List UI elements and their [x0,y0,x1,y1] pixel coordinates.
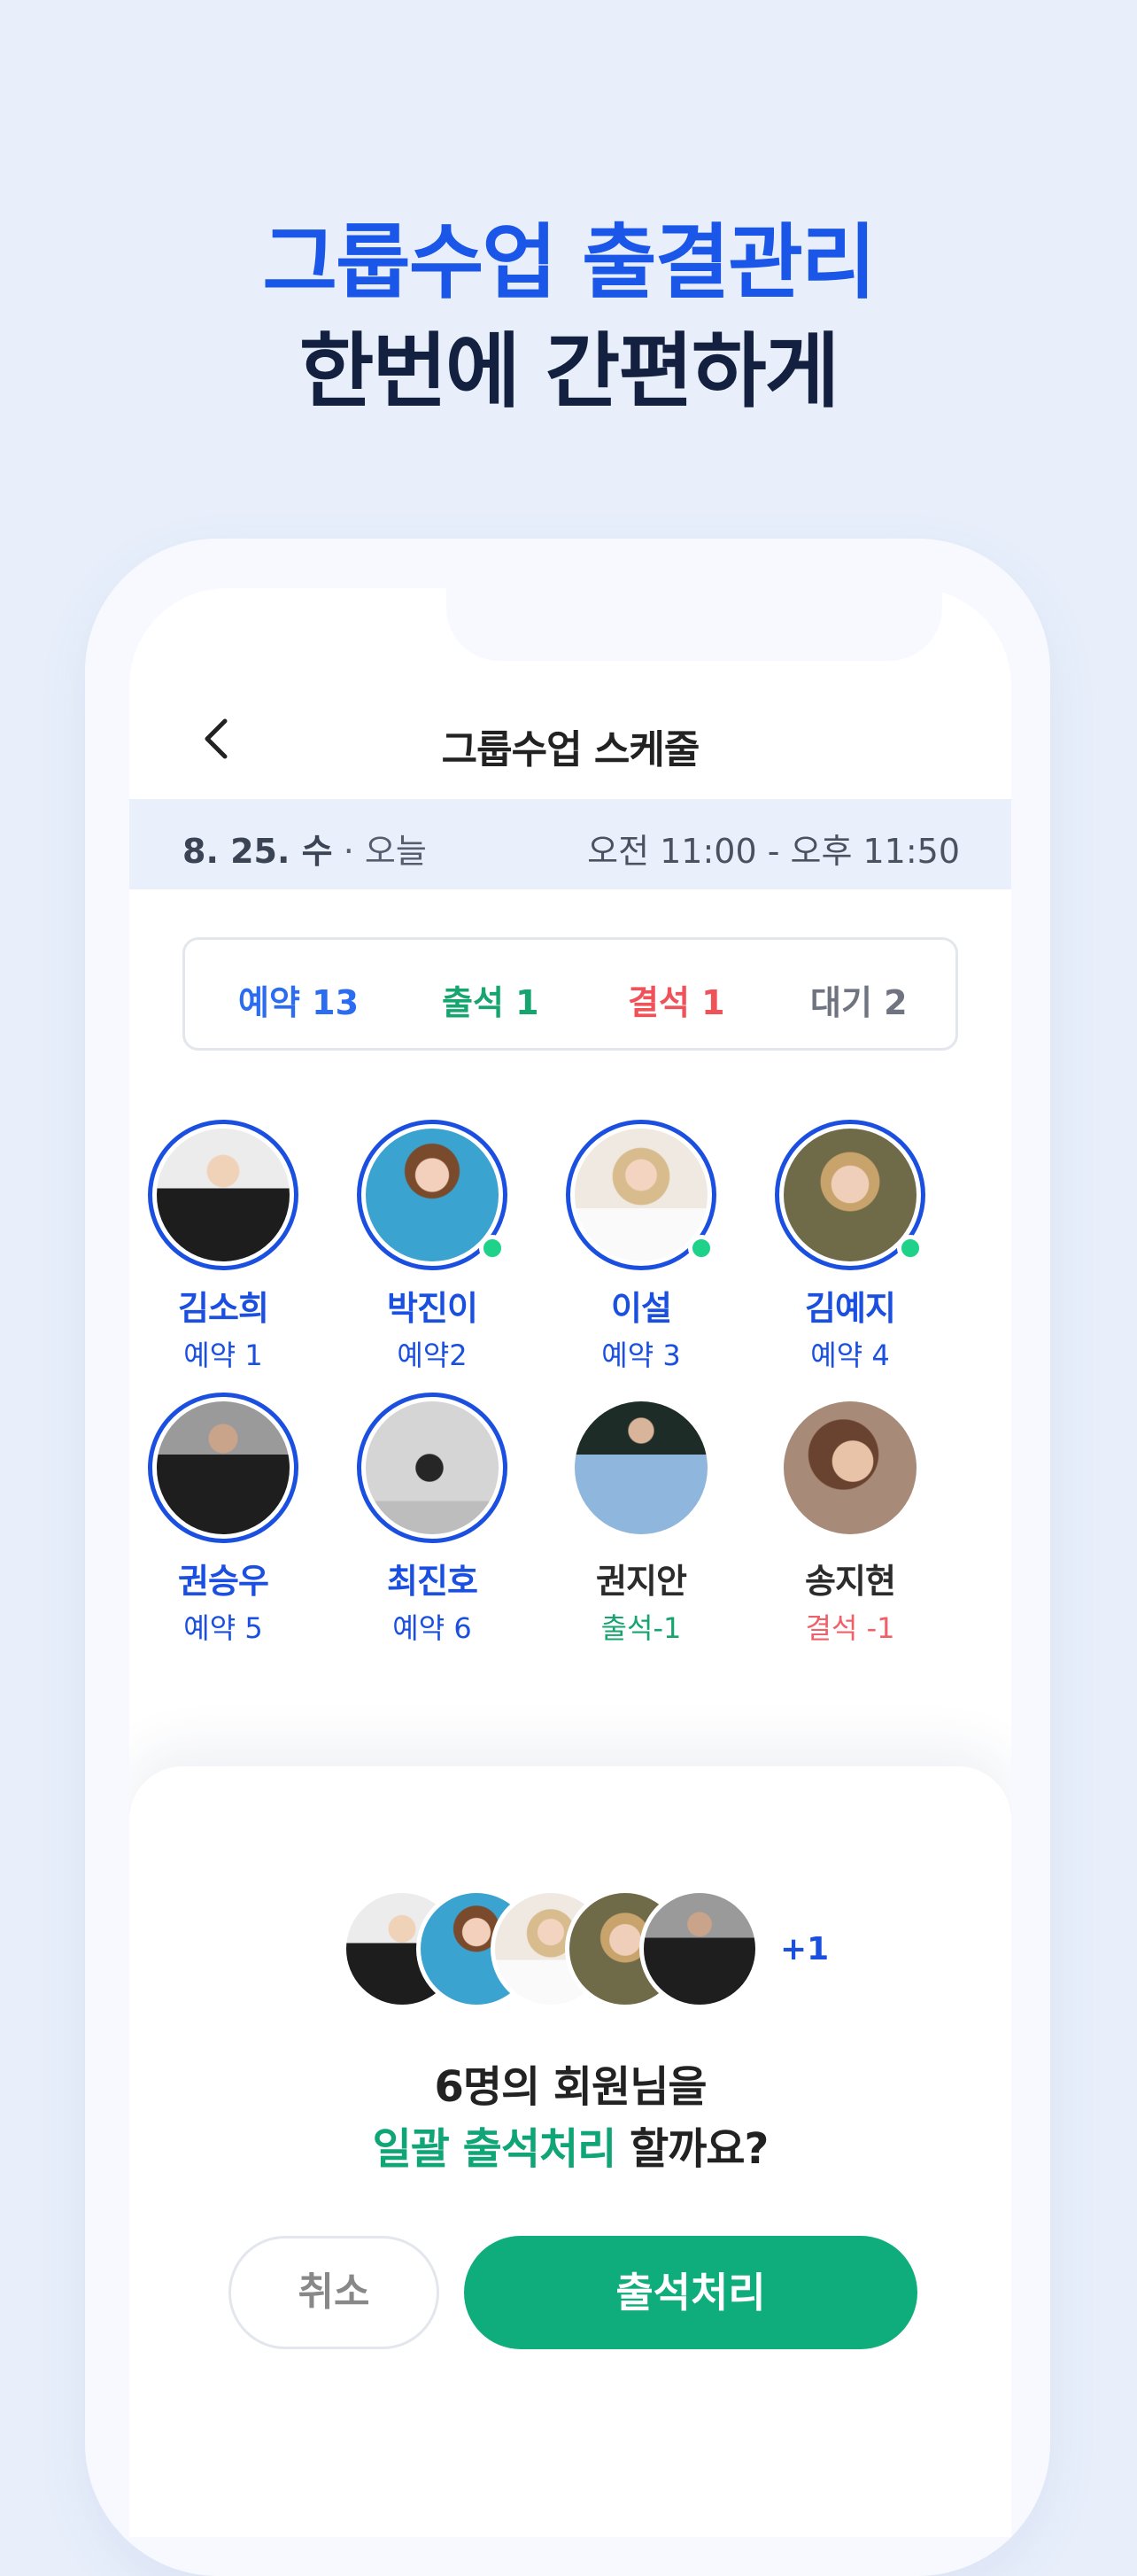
online-indicator [897,1235,924,1261]
question-rest: 할까요? [615,2124,769,2174]
member-avatar [566,1120,716,1270]
member-card[interactable]: 이설 예약 3 [553,1120,730,1374]
member-status: 예약 6 [392,1611,472,1645]
member-card[interactable]: 권지안 출석-1 [553,1393,730,1647]
class-time: 오전 11:00 - 오후 11:50 [587,832,960,871]
confirm-attendance-button[interactable]: 출석처리 [464,2236,917,2349]
date-bar: 8. 25. 수 · 오늘 오전 11:00 - 오후 11:50 [129,799,1011,889]
stat-absent[interactable]: 결석 1 [628,975,725,1024]
attendance-summary: 예약 13 출석 1 결석 1 대기 2 [182,937,958,1051]
class-date: 8. 25. 수 · 오늘 [182,824,427,873]
member-card[interactable]: 박진이 예약2 [344,1120,521,1374]
member-avatar [775,1120,925,1270]
headline-line1: 그룹수업 출결관리 [262,215,876,310]
member-card[interactable]: 송지현 결석 -1 [762,1393,939,1647]
confirm-question-line2: 일괄 출석처리 할까요? [129,2114,1011,2176]
online-indicator [479,1235,506,1261]
highlight-text: 일괄 출석처리 [372,2124,617,2174]
member-avatar [357,1120,507,1270]
date-text: 8. 25. 수 [182,832,333,871]
phone-notch [446,588,942,661]
member-name: 박진이 [387,1289,478,1328]
confirm-question: 6명의 회원님을 [434,2062,707,2112]
member-avatar [357,1393,507,1543]
headline-line2: 한번에 간편하게 [298,324,840,419]
member-status: 예약 3 [601,1338,681,1372]
phone-screen: 그룹수업 스케줄 8. 25. 수 · 오늘 오전 11:00 - 오후 11:… [129,588,1011,2537]
page-title: 그룹수업 스케줄 [441,727,700,772]
stat-reserved[interactable]: 예약 13 [238,975,359,1024]
nav-bar: 그룹수업 스케줄 [129,686,1011,792]
extra-count-badge: +1 [780,1931,830,1967]
member-avatar [566,1393,716,1543]
avatar [639,1889,760,2009]
member-name: 권지안 [596,1562,687,1601]
member-name: 최진호 [387,1562,478,1601]
member-name: 김예지 [805,1289,896,1328]
date-separator: · [332,832,365,871]
member-card[interactable]: 권승우 예약 5 [135,1393,312,1647]
member-name: 김소희 [178,1289,269,1328]
member-status: 예약2 [397,1338,468,1372]
member-avatar [148,1393,298,1543]
member-status: 출석-1 [600,1611,682,1645]
today-label: 오늘 [364,832,427,871]
member-avatar [775,1393,925,1543]
member-status: 예약 1 [183,1338,263,1372]
stat-attended[interactable]: 출석 1 [442,975,539,1024]
member-card[interactable]: 김예지 예약 4 [762,1120,939,1374]
selected-avatars: +1 [342,1889,829,2013]
confirm-bottom-sheet: +1 6명의 회원님을 일괄 출석처리 할까요? 취소 출석처리 [129,1766,1011,2537]
member-card[interactable]: 최진호 예약 6 [344,1393,521,1647]
stat-waiting[interactable]: 대기 2 [810,975,908,1024]
member-card[interactable]: 김소희 예약 1 [135,1120,312,1374]
member-status: 예약 5 [183,1611,263,1645]
online-indicator [688,1235,715,1261]
member-name: 권승우 [178,1562,269,1601]
member-status: 결석 -1 [805,1611,895,1645]
member-status: 예약 4 [810,1338,890,1372]
member-name: 송지현 [805,1562,896,1601]
cancel-button[interactable]: 취소 [228,2236,439,2349]
member-avatar [148,1120,298,1270]
member-name: 이설 [611,1289,672,1328]
